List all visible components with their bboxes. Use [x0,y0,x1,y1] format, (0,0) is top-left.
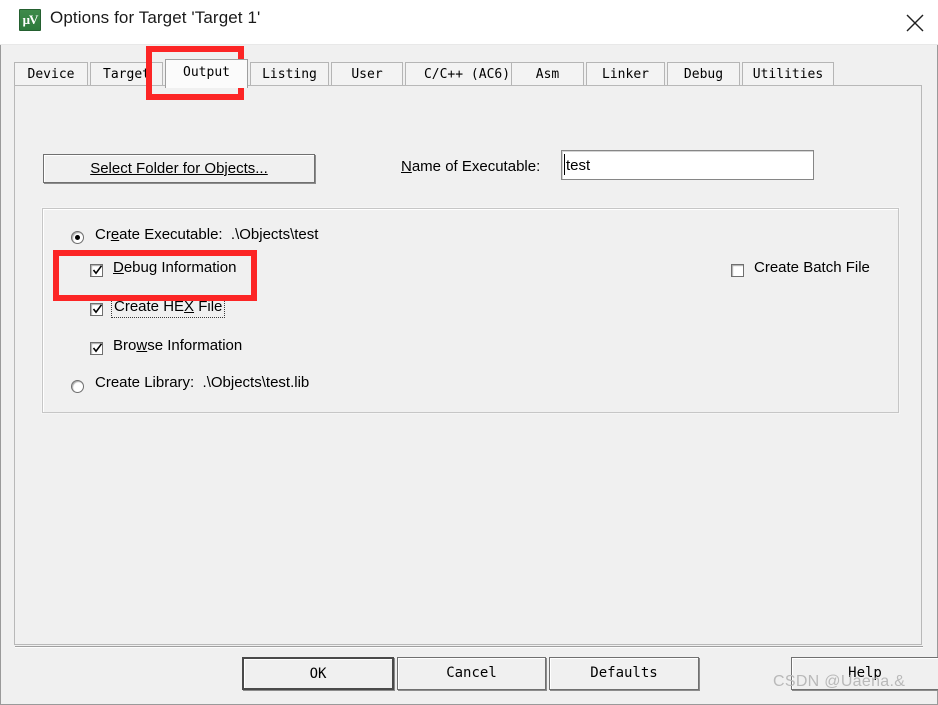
name-of-executable-input[interactable] [561,150,814,180]
title-bar: μV Options for Target 'Target 1' [0,0,938,45]
name-of-executable-accesskey: N [401,158,412,175]
create-executable-radio[interactable] [71,231,84,244]
select-folder-for-objects-button[interactable]: Select Folder for Objects... [43,154,315,183]
create-executable-label: Create Executable: .\Objects\test [95,226,319,243]
tab-panel-output: Select Folder for Objects... Name of Exe… [14,85,922,645]
create-hex-file-checkbox[interactable] [90,303,103,316]
window-title: Options for Target 'Target 1' [50,8,261,27]
tab-listing[interactable]: Listing [250,62,329,86]
tab-asm[interactable]: Asm [511,62,584,86]
tab-device[interactable]: Device [14,62,88,86]
debug-information-label: Debug Information [113,259,237,276]
tab-linker[interactable]: Linker [586,62,665,86]
tab-user[interactable]: User [331,62,403,86]
bottom-separator [15,646,923,648]
select-folder-button-label: Select Folder for Objects... [90,160,268,177]
cancel-button[interactable]: Cancel [397,657,546,690]
radio-dot [75,235,80,240]
debug-information-checkbox[interactable] [90,264,103,277]
tab-target[interactable]: Target [90,62,163,86]
keil-uvision-icon: μV [19,9,41,31]
name-of-executable-label: Name of Executable: [401,158,540,175]
defaults-button[interactable]: Defaults [549,657,699,690]
browse-information-label: Browse Information [113,337,243,354]
help-button[interactable]: Help [791,657,938,690]
tab-strip: Device Target Output Listing User C/C++ … [14,59,834,88]
output-options-groupbox: Create Executable: .\Objects\test Debug … [42,208,899,413]
tab-utilities[interactable]: Utilities [742,62,834,86]
create-library-label: Create Library: .\Objects\test.lib [95,374,310,391]
text-caret [564,154,565,175]
options-dialog-window: μV Options for Target 'Target 1' Device … [0,0,938,705]
tab-output[interactable]: Output [165,59,248,88]
tab-debug[interactable]: Debug [667,62,740,86]
dialog-body: Device Target Output Listing User C/C++ … [0,45,938,705]
create-batch-file-label: Create Batch File [754,259,870,276]
ok-button[interactable]: OK [242,657,394,690]
name-of-executable-label-rest: ame of Executable: [411,158,541,175]
close-icon[interactable] [892,0,938,44]
browse-information-checkbox[interactable] [90,342,103,355]
create-library-radio[interactable] [71,380,84,393]
keil-uvision-icon-glyph: μV [22,12,39,27]
create-hex-file-label: Create HEX File [111,296,226,318]
create-batch-file-checkbox[interactable] [731,264,744,277]
